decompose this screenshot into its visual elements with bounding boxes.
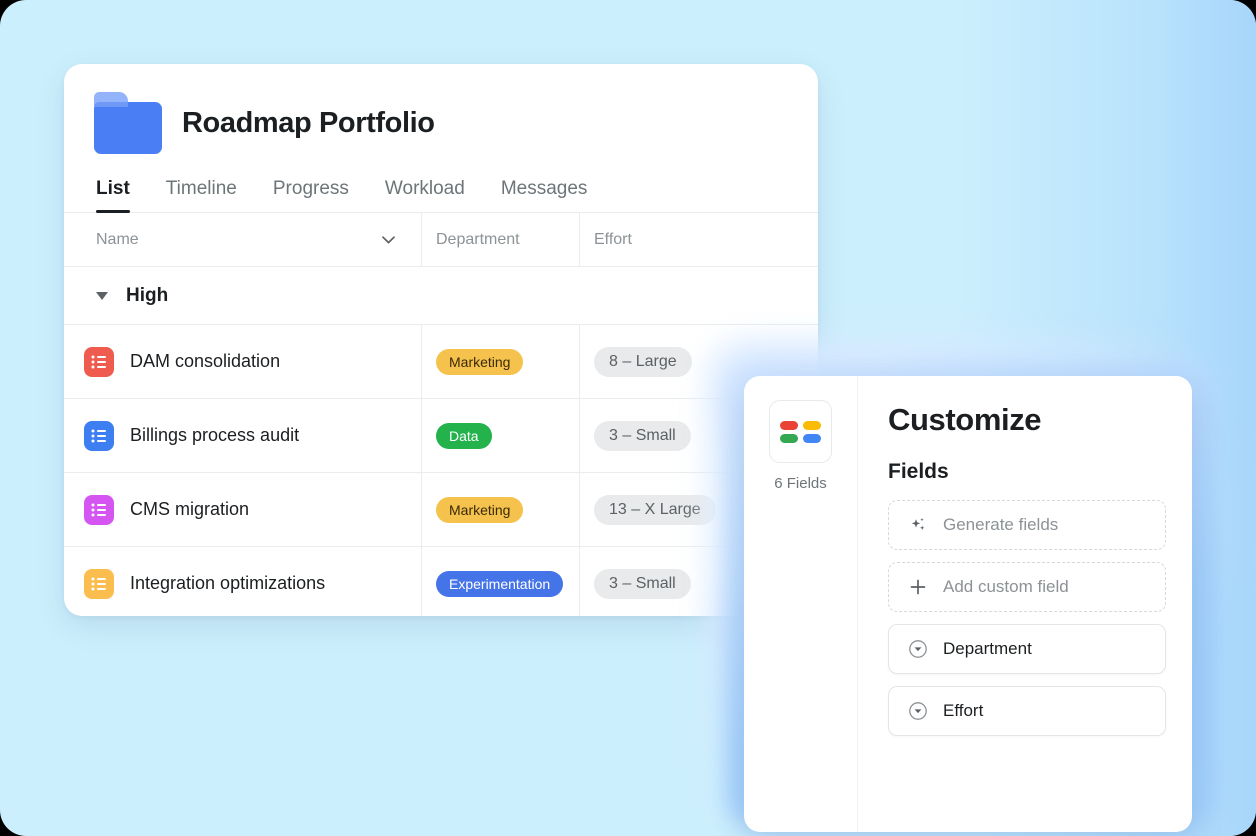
fields-section-title: Fields: [888, 460, 949, 483]
table-row[interactable]: CMS migration Marketing 13 – X Large: [64, 473, 818, 547]
department-badge: Marketing: [436, 496, 524, 523]
column-header-name-label: Name: [96, 230, 139, 248]
effort-badge: 3 – Small: [594, 420, 691, 451]
plus-icon: [907, 576, 929, 598]
task-name: Integration optimizations: [130, 573, 326, 593]
table-header-row: Name Department Effort: [64, 213, 818, 267]
circle-chevron-down-icon: [907, 700, 929, 722]
department-badge: Data: [436, 422, 492, 449]
table-row[interactable]: Integration optimizations Experimentatio…: [64, 547, 818, 616]
table-row[interactable]: Billings process audit Data 3 – Small: [64, 399, 818, 473]
task-list-icon: [84, 568, 114, 599]
card-header: Roadmap Portfolio: [64, 64, 818, 154]
panel-content: Customize Fields Generate fields Add cus…: [858, 376, 1192, 832]
tab-messages[interactable]: Messages: [501, 178, 588, 212]
panel-title: Customize: [888, 402, 1042, 437]
cell-name[interactable]: Integration optimizations: [64, 547, 422, 616]
folder-icon: [94, 92, 162, 154]
department-badge: Experimentation: [436, 570, 564, 597]
task-list-icon: [84, 494, 114, 525]
cell-department[interactable]: Marketing: [422, 473, 580, 546]
cell-name[interactable]: Billings process audit: [64, 399, 422, 472]
effort-badge: 3 – Small: [594, 568, 691, 599]
field-label: Department: [943, 639, 1032, 658]
department-badge: Marketing: [436, 348, 524, 375]
customize-panel: 6 Fields Customize Fields Generate field…: [744, 376, 1192, 832]
fields-count-label: 6 Fields: [774, 475, 827, 492]
panel-sidebar: 6 Fields: [744, 376, 858, 832]
field-label: Generate fields: [943, 515, 1059, 534]
fields-grid-icon[interactable]: [769, 400, 832, 463]
task-list-icon: [84, 420, 114, 451]
app-screenshot: Roadmap Portfolio List Timeline Progress…: [0, 0, 1256, 836]
task-name: Billings process audit: [130, 425, 300, 445]
circle-chevron-down-icon: [907, 638, 929, 660]
tab-timeline[interactable]: Timeline: [166, 178, 237, 212]
roadmap-list-card: Roadmap Portfolio List Timeline Progress…: [64, 64, 818, 616]
effort-badge: 13 – X Large: [594, 494, 716, 525]
field-row-department[interactable]: Department: [888, 624, 1166, 674]
column-header-effort[interactable]: Effort: [580, 213, 818, 266]
tab-progress[interactable]: Progress: [273, 178, 349, 212]
column-header-department[interactable]: Department: [422, 213, 580, 266]
field-label: Add custom field: [943, 577, 1069, 596]
table-row[interactable]: DAM consolidation Marketing 8 – Large: [64, 325, 818, 399]
effort-badge: 8 – Large: [594, 346, 692, 377]
add-custom-field-button[interactable]: Add custom field: [888, 562, 1166, 612]
group-label: High: [126, 284, 169, 306]
field-row-effort[interactable]: Effort: [888, 686, 1166, 736]
cell-name[interactable]: DAM consolidation: [64, 325, 422, 398]
task-name: CMS migration: [130, 499, 250, 519]
cell-department[interactable]: Marketing: [422, 325, 580, 398]
view-tabs: List Timeline Progress Workload Messages: [64, 154, 818, 213]
generate-fields-button[interactable]: Generate fields: [888, 500, 1166, 550]
fields-list: Generate fields Add custom field Departm…: [888, 500, 1166, 736]
tab-list[interactable]: List: [96, 178, 130, 213]
task-name: DAM consolidation: [130, 351, 281, 371]
tab-workload[interactable]: Workload: [385, 178, 465, 212]
field-label: Effort: [943, 701, 984, 720]
cell-department[interactable]: Experimentation: [422, 547, 580, 616]
group-row-high[interactable]: High: [64, 267, 818, 325]
chevron-down-icon[interactable]: [382, 235, 395, 244]
sparkle-icon: [907, 514, 929, 536]
cell-name[interactable]: CMS migration: [64, 473, 422, 546]
task-list-icon: [84, 346, 114, 377]
triangle-down-icon[interactable]: [96, 291, 108, 300]
task-table: Name Department Effort High DAM consolid…: [64, 213, 818, 616]
cell-department[interactable]: Data: [422, 399, 580, 472]
page-title: Roadmap Portfolio: [182, 106, 435, 139]
column-header-name[interactable]: Name: [64, 213, 422, 266]
